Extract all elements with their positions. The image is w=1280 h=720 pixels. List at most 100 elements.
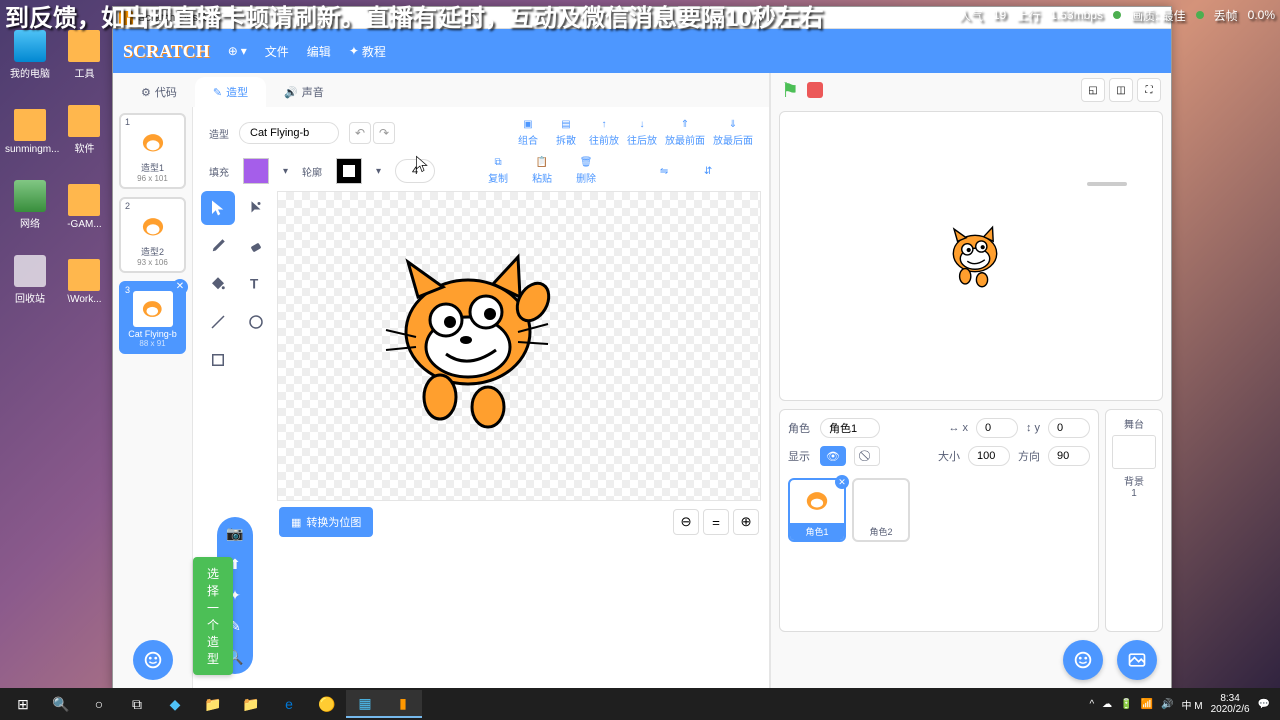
- desktop-icon-network[interactable]: 网络: [5, 180, 55, 230]
- sprite-direction-input[interactable]: [1048, 446, 1090, 466]
- camera-tool-icon[interactable]: 📷: [226, 525, 243, 542]
- costume-item-3[interactable]: 3 ✕ Cat Flying-b 88 x 91: [119, 281, 186, 354]
- paste-button[interactable]: 📋粘贴: [527, 157, 557, 185]
- tray-cloud-icon[interactable]: ☁: [1102, 699, 1112, 710]
- tray-battery-icon[interactable]: 🔋: [1120, 699, 1132, 710]
- copy-button[interactable]: ⧉复制: [483, 157, 513, 185]
- desktop-icons: 我的电脑 工具 sunmingm... 软件 网络 -GAM... 回收站 \W…: [5, 30, 115, 330]
- text-tool[interactable]: T: [239, 267, 273, 301]
- costume-item-1[interactable]: 1 造型1 96 x 101: [119, 113, 186, 189]
- sprite-name-input[interactable]: [820, 418, 880, 438]
- costume-name-input[interactable]: [239, 122, 339, 144]
- taskbar-explorer2[interactable]: 📁: [232, 690, 270, 718]
- sprite-y-input[interactable]: [1048, 418, 1090, 438]
- flip-v-button[interactable]: ⇵: [693, 166, 723, 177]
- desktop-icon-tools[interactable]: 工具: [59, 30, 109, 80]
- zoom-in-button[interactable]: ⊕: [733, 509, 759, 535]
- large-stage-button[interactable]: ◫: [1109, 78, 1133, 102]
- file-menu[interactable]: 文件: [265, 43, 289, 60]
- select-tool[interactable]: [201, 191, 235, 225]
- show-sprite-button[interactable]: 👁: [820, 446, 846, 466]
- ungroup-button[interactable]: ▤拆散: [551, 119, 581, 147]
- back-button[interactable]: ⇓放最后面: [713, 119, 753, 147]
- taskbar-chrome[interactable]: 🟡: [308, 690, 346, 718]
- language-menu[interactable]: ⊕ ▾: [228, 44, 247, 58]
- tray-up-icon[interactable]: ^: [1089, 699, 1094, 710]
- stage[interactable]: [779, 111, 1163, 401]
- tab-costumes[interactable]: ✎造型: [195, 77, 266, 107]
- tray-volume-icon[interactable]: 🔊: [1161, 699, 1173, 710]
- costume-item-2[interactable]: 2 造型2 93 x 106: [119, 197, 186, 273]
- stroke-width-input[interactable]: [395, 159, 435, 183]
- sprite-thumb-1[interactable]: ✕ 角色1: [788, 478, 846, 542]
- zoom-reset-button[interactable]: =: [703, 509, 729, 535]
- desktop-icon-software[interactable]: 软件: [59, 105, 109, 155]
- add-sprite-button[interactable]: [1063, 640, 1103, 680]
- taskbar-scratch[interactable]: ▦: [346, 690, 384, 718]
- fill-tool[interactable]: [201, 267, 235, 301]
- desktop-icon-recycle[interactable]: 回收站: [5, 255, 55, 305]
- small-stage-button[interactable]: ◱: [1081, 78, 1105, 102]
- taskbar-app-2[interactable]: ▮: [384, 690, 422, 718]
- cortana-button[interactable]: ○: [80, 690, 118, 718]
- desktop-icon-user[interactable]: sunmingm...: [5, 109, 55, 155]
- edit-menu[interactable]: 编辑: [307, 43, 331, 60]
- stage-panel[interactable]: 舞台 背景 1: [1105, 409, 1163, 632]
- svg-text:T: T: [250, 277, 259, 292]
- reshape-tool[interactable]: [239, 191, 273, 225]
- tutorials-menu[interactable]: ✦ 教程: [349, 43, 386, 60]
- start-button[interactable]: ⊞: [4, 690, 42, 718]
- rect-tool[interactable]: [201, 343, 235, 377]
- redo-button[interactable]: ↷: [373, 122, 395, 144]
- stage-resize-handle[interactable]: [1087, 182, 1127, 186]
- paint-canvas[interactable]: [277, 191, 761, 501]
- tray-ime[interactable]: 中 M: [1182, 697, 1203, 712]
- stop-button[interactable]: [807, 82, 823, 98]
- tray-wifi-icon[interactable]: 📶: [1141, 699, 1153, 710]
- desktop-icon-gam[interactable]: -GAM...: [59, 184, 109, 230]
- taskbar-explorer[interactable]: 📁: [194, 690, 232, 718]
- circle-tool[interactable]: [239, 305, 273, 339]
- tray-notifications-icon[interactable]: 💬: [1258, 699, 1270, 710]
- sprite-size-input[interactable]: [968, 446, 1010, 466]
- system-tray[interactable]: ^ ☁ 🔋 📶 🔊 中 M 8:342020/2/6 💬: [1089, 693, 1276, 715]
- eraser-tool[interactable]: [239, 229, 273, 263]
- undo-button[interactable]: ↶: [349, 122, 371, 144]
- delete-button[interactable]: 🗑删除: [571, 157, 601, 185]
- brush-tool[interactable]: [201, 229, 235, 263]
- sprite-info-panel: 角色 ↔ x ↕ y 显示 👁 ⃠ 大小: [779, 409, 1099, 632]
- banner-text: 到反馈，如出现直播卡顿请刷新。直播有延时，互动及微信消息要隔10秒左右: [5, 0, 824, 33]
- front-button[interactable]: ⇑放最前面: [665, 119, 705, 147]
- scratch-window: Scratch Desktop SCRATCH ⊕ ▾ 文件 编辑 ✦ 教程 ⚙…: [112, 6, 1172, 691]
- fullscreen-button[interactable]: ⛶: [1137, 78, 1161, 102]
- taskbar-app-1[interactable]: ◆: [156, 690, 194, 718]
- add-costume-button[interactable]: [133, 640, 173, 680]
- convert-bitmap-button[interactable]: ▦ 转换为位图: [279, 507, 373, 537]
- line-tool[interactable]: [201, 305, 235, 339]
- stream-stats: 人气 19 上行 1.53mbps 画质: 最佳 丢帧 0.0%: [959, 7, 1275, 24]
- sprite-x-input[interactable]: [976, 418, 1018, 438]
- stroke-color-swatch[interactable]: [336, 158, 362, 184]
- tab-code[interactable]: ⚙代码: [123, 77, 195, 107]
- delete-costume-icon[interactable]: ✕: [172, 279, 188, 295]
- sprite-thumb-2[interactable]: 角色2: [852, 478, 910, 542]
- menubar: SCRATCH ⊕ ▾ 文件 编辑 ✦ 教程: [113, 29, 1171, 73]
- forward-button[interactable]: ↑往前放: [589, 119, 619, 147]
- taskbar-clock[interactable]: 8:342020/2/6: [1211, 693, 1250, 715]
- add-backdrop-button[interactable]: [1117, 640, 1157, 680]
- taskview-button[interactable]: ⧉: [118, 690, 156, 718]
- flip-h-button[interactable]: ⇋: [649, 166, 679, 177]
- delete-sprite-icon[interactable]: ✕: [835, 475, 849, 489]
- zoom-out-button[interactable]: ⊖: [673, 509, 699, 535]
- search-button[interactable]: 🔍: [42, 690, 80, 718]
- desktop-icon-mypc[interactable]: 我的电脑: [5, 30, 55, 80]
- desktop-icon-work[interactable]: \Work...: [59, 259, 109, 305]
- backward-button[interactable]: ↓往后放: [627, 119, 657, 147]
- hide-sprite-button[interactable]: ⃠: [854, 446, 880, 466]
- green-flag-icon[interactable]: ⚑: [781, 78, 799, 103]
- fill-color-swatch[interactable]: [243, 158, 269, 184]
- taskbar-edge[interactable]: e: [270, 690, 308, 718]
- scratch-logo: SCRATCH: [123, 41, 210, 62]
- tab-sounds[interactable]: 🔊声音: [266, 77, 342, 107]
- group-button[interactable]: ▣组合: [513, 119, 543, 147]
